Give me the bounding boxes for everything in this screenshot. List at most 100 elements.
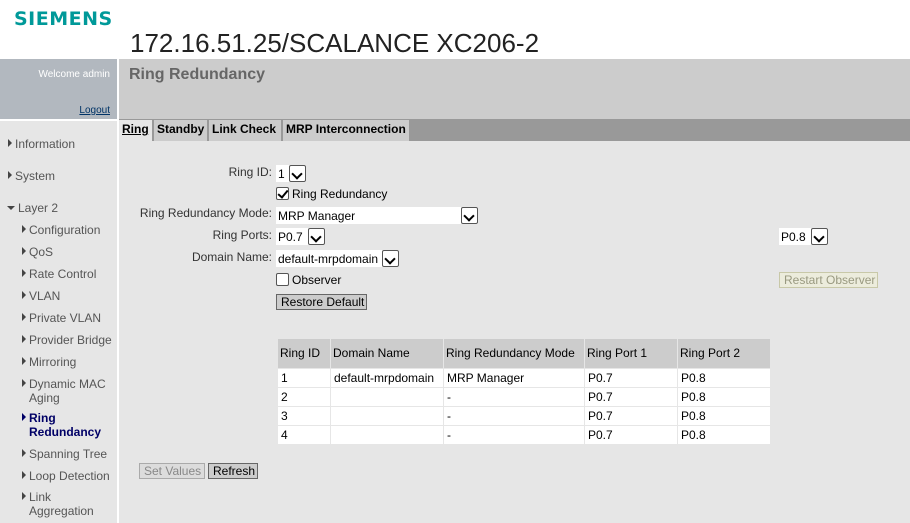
table-cell: 2 <box>278 388 330 406</box>
chevron-right-icon <box>22 291 26 299</box>
chevron-right-icon <box>22 471 26 479</box>
table-cell: - <box>444 407 584 425</box>
column-header: Ring Port 1 <box>585 339 677 368</box>
mode-label: Ring Redundancy Mode: <box>139 206 272 220</box>
chevron-down-icon <box>461 207 478 224</box>
domain-name-label: Domain Name: <box>191 250 272 264</box>
table-cell <box>331 388 443 406</box>
sidebar-item-label: Spanning Tree <box>29 447 108 461</box>
tab-standby[interactable]: Standby <box>154 120 207 141</box>
sidebar-item-qos[interactable]: QoS <box>22 245 53 259</box>
restore-default-button[interactable]: Restore Default <box>276 294 367 310</box>
ring-id-label: Ring ID: <box>228 165 272 179</box>
chevron-right-icon <box>22 413 26 421</box>
table-cell <box>331 426 443 444</box>
table-row: 1 default-mrpdomain MRP Manager P0.7 P0.… <box>278 369 770 387</box>
chevron-down-icon <box>289 165 306 182</box>
table-cell: P0.8 <box>678 388 770 406</box>
table-cell: P0.8 <box>678 369 770 387</box>
table-cell: MRP Manager <box>444 369 584 387</box>
sidebar-item-mirroring[interactable]: Mirroring <box>22 355 76 369</box>
ring-port2-select[interactable]: P0.8 <box>779 228 828 245</box>
chevron-right-icon <box>22 357 26 365</box>
sidebar-item-system[interactable]: System <box>8 169 55 183</box>
chevron-down-icon <box>382 250 399 267</box>
table-cell: P0.8 <box>678 426 770 444</box>
sidebar-divider <box>0 119 117 121</box>
tab-bar: Ring Standby Link Check MRP Interconnect… <box>119 119 910 141</box>
sidebar-item-rate-control[interactable]: Rate Control <box>22 267 96 281</box>
restart-observer-button[interactable]: Restart Observer <box>779 272 878 288</box>
table-cell: 1 <box>278 369 330 387</box>
device-title: 172.16.51.25/SCALANCE XC206-2 <box>130 28 540 58</box>
sidebar-item-label: Ring <box>29 411 56 425</box>
sidebar-item-label: Link <box>29 490 52 504</box>
table-cell: P0.7 <box>585 407 677 425</box>
mode-value: MRP Manager <box>278 208 356 223</box>
sidebar-item-label: QoS <box>29 245 54 259</box>
sidebar-item-label: Provider Bridge <box>29 333 112 347</box>
table-cell: 4 <box>278 426 330 444</box>
observer-checkbox[interactable] <box>276 273 289 286</box>
sidebar-item-information[interactable]: Information <box>8 137 75 151</box>
sidebar-item-dynamic-mac-aging[interactable]: Dynamic MAC Aging <box>22 377 106 405</box>
column-header: Domain Name <box>331 339 443 368</box>
chevron-right-icon <box>22 492 26 500</box>
table-header-row: Ring ID Domain Name Ring Redundancy Mode… <box>278 339 770 368</box>
ring-port1-select[interactable]: P0.7 <box>276 228 325 245</box>
chevron-down-icon <box>308 228 325 245</box>
refresh-button[interactable]: Refresh <box>208 463 258 479</box>
sidebar-item-label: System <box>15 169 56 183</box>
logout-link[interactable]: Logout <box>79 105 110 116</box>
ring-table: Ring ID Domain Name Ring Redundancy Mode… <box>277 338 771 445</box>
welcome-text: Welcome admin <box>38 69 110 80</box>
tab-ring[interactable]: Ring <box>119 120 152 141</box>
table-cell: - <box>444 426 584 444</box>
table-cell: - <box>444 388 584 406</box>
sidebar-item-spanning-tree[interactable]: Spanning Tree <box>22 447 107 461</box>
sidebar-item-ring-redundancy[interactable]: Ring Redundancy <box>22 411 101 439</box>
sidebar-item-configuration[interactable]: Configuration <box>22 223 100 237</box>
sidebar-item-label-line2: Aggregation <box>29 504 94 518</box>
ring-redundancy-checkbox[interactable] <box>276 187 289 200</box>
port1-value: P0.7 <box>278 229 303 244</box>
port2-value: P0.8 <box>781 229 806 244</box>
sidebar-item-label: Configuration <box>29 223 101 237</box>
mode-select[interactable]: MRP Manager <box>276 207 478 224</box>
table-cell: default-mrpdomain <box>331 369 443 387</box>
chevron-down-icon <box>811 228 828 245</box>
tab-mrp-interconnection[interactable]: MRP Interconnection <box>283 120 409 141</box>
sidebar-item-loop-detection[interactable]: Loop Detection <box>22 469 110 483</box>
sidebar-item-label: Rate Control <box>29 267 97 281</box>
sidebar-item-provider-bridge[interactable]: Provider Bridge <box>22 333 112 347</box>
ring-redundancy-label: Ring Redundancy <box>292 187 388 201</box>
sidebar-item-private-vlan[interactable]: Private VLAN <box>22 311 101 325</box>
table-row: 4 - P0.7 P0.8 <box>278 426 770 444</box>
sidebar-item-link-aggregation[interactable]: Link Aggregation <box>22 490 94 518</box>
chevron-right-icon <box>22 379 26 387</box>
ring-ports-label: Ring Ports: <box>212 228 272 242</box>
table-cell <box>331 407 443 425</box>
chevron-right-icon <box>22 225 26 233</box>
set-values-button[interactable]: Set Values <box>139 463 205 479</box>
chevron-right-icon <box>22 449 26 457</box>
siemens-logo: SIEMENS <box>14 8 113 30</box>
ring-id-value: 1 <box>278 166 285 181</box>
chevron-right-icon <box>22 335 26 343</box>
table-cell: 3 <box>278 407 330 425</box>
sidebar-item-label: Mirroring <box>29 355 77 369</box>
sidebar-item-label: Layer 2 <box>18 201 59 215</box>
ring-id-select[interactable]: 1 <box>276 165 306 182</box>
sidebar-item-layer2[interactable]: Layer 2 <box>7 201 58 215</box>
domain-value: default-mrpdomain <box>278 251 379 266</box>
table-row: 3 - P0.7 P0.8 <box>278 407 770 425</box>
sidebar-item-vlan[interactable]: VLAN <box>22 289 60 303</box>
sidebar-item-label-line2: Aging <box>29 391 60 405</box>
chevron-right-icon <box>8 139 12 147</box>
sidebar-item-label: Information <box>15 137 76 151</box>
domain-name-select[interactable]: default-mrpdomain <box>276 250 399 267</box>
column-header: Ring ID <box>278 339 330 368</box>
sidebar-item-label: Loop Detection <box>29 469 110 483</box>
tab-link-check[interactable]: Link Check <box>209 120 281 141</box>
page-header: Ring Redundancy <box>119 59 910 119</box>
